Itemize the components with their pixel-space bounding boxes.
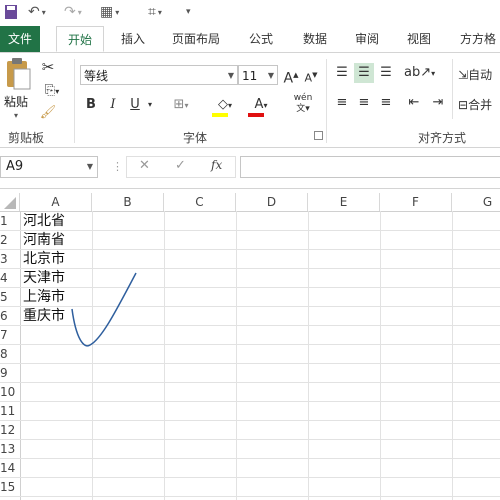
tab-view[interactable]: 视图: [398, 26, 440, 52]
tab-formulas[interactable]: 公式: [240, 26, 282, 52]
phonetic-icon: wén: [293, 93, 313, 103]
fill-color-icon: ◇: [217, 97, 228, 112]
fill-color-swatch: [212, 113, 228, 117]
font-color-swatch: [248, 113, 264, 117]
tab-file[interactable]: 文件: [0, 26, 40, 52]
merge-button[interactable]: ⊟合并: [458, 95, 500, 115]
align-left-icon[interactable]: ≡: [332, 93, 352, 113]
font-group-label: 字体: [182, 131, 207, 145]
shrink-font-button[interactable]: A▼: [302, 65, 320, 85]
chevron-down-icon: ▼: [267, 71, 274, 80]
merge-icon: ⊟: [458, 98, 469, 112]
shrink-font-icon: A: [304, 71, 313, 85]
wrap-text-icon: ⇲: [458, 68, 469, 82]
formula-bar: A9 ▼ ⋮ ✕ ✓ fx: [0, 148, 500, 189]
paste-button[interactable]: 粘贴: [4, 93, 38, 110]
tab-page-layout[interactable]: 页面布局: [164, 26, 228, 52]
undo-icon[interactable]: ↶ ▾: [28, 2, 46, 22]
orientation-icon[interactable]: ab↗▾: [404, 63, 435, 83]
divider: [326, 59, 327, 143]
merge-label: 合并: [468, 98, 493, 112]
ribbon-tabs: 文件 开始 插入 页面布局 公式 数据 审阅 视图 方方格: [0, 26, 500, 53]
font-size-value: 11: [242, 69, 258, 83]
font-size-combo[interactable]: 11 ▼: [238, 65, 278, 85]
print-icon[interactable]: ▦ ▾: [100, 2, 119, 22]
grow-font-icon: A: [283, 70, 294, 87]
font-color-button[interactable]: A▾: [246, 95, 276, 117]
align-center-icon[interactable]: ≡: [354, 93, 374, 113]
confirm-icon[interactable]: ✓: [175, 158, 186, 173]
paste-dropdown-icon[interactable]: ▾: [14, 111, 18, 120]
wrap-text-button[interactable]: ⇲自动: [458, 65, 500, 85]
formula-input[interactable]: [240, 156, 500, 178]
font-name-value: 等线: [84, 69, 109, 83]
save-icon[interactable]: [4, 2, 18, 22]
more-icon: ⋮: [112, 160, 123, 173]
tab-home[interactable]: 开始: [56, 26, 104, 52]
phonetic-button[interactable]: wén 文▾: [288, 93, 318, 114]
format-painter-icon[interactable]: 🖌: [38, 103, 58, 123]
quick-access-toolbar: ↶ ▾ ↷ ▾ ▦ ▾ ⌗ ▾ ▾: [0, 0, 500, 26]
cancel-icon[interactable]: ✕: [139, 158, 150, 173]
tab-data[interactable]: 数据: [294, 26, 336, 52]
align-right-icon[interactable]: ≡: [376, 93, 396, 113]
clipboard-group-label: 剪贴板: [7, 131, 44, 145]
name-box-value: A9: [6, 159, 24, 174]
align-top-icon[interactable]: ☰: [332, 63, 352, 83]
alignment-group-label: 对齐方式: [417, 131, 466, 145]
underline-button[interactable]: U: [126, 95, 144, 115]
grow-font-button[interactable]: A▲: [282, 65, 300, 87]
redo-icon[interactable]: ↷ ▾: [64, 2, 82, 22]
wrap-text-label: 自动: [468, 68, 493, 82]
worksheet-grid[interactable]: A B C D E F G 1 2 3 4 5 6 7 8 9 10 11 12…: [0, 189, 500, 500]
cut-icon[interactable]: ✂: [38, 57, 58, 77]
format-icon[interactable]: ⌗ ▾: [148, 2, 162, 22]
tab-fangfangge[interactable]: 方方格: [452, 26, 500, 52]
insert-function-icon[interactable]: fx: [211, 158, 222, 172]
align-bottom-icon[interactable]: ☰: [376, 63, 396, 83]
align-middle-icon[interactable]: ☰: [354, 63, 374, 83]
tab-insert[interactable]: 插入: [112, 26, 154, 52]
chevron-down-icon: ▼: [227, 71, 234, 80]
font-name-combo[interactable]: 等线 ▼: [80, 65, 238, 85]
ribbon: 粘贴 ▾ ✂ ⎘▾ 🖌 剪贴板 等线 ▼ 11 ▼ A▲ A▼ B I U ▾ ⊞▾…: [0, 53, 500, 148]
customize-qat-icon[interactable]: ▾: [186, 2, 191, 22]
annotation-checkmark: [71, 272, 137, 347]
paste-icon[interactable]: [4, 57, 32, 91]
decrease-indent-icon[interactable]: ⇤: [404, 93, 424, 113]
copy-icon[interactable]: ⎘▾: [38, 81, 66, 101]
border-button[interactable]: ⊞▾: [168, 95, 194, 115]
name-box[interactable]: A9 ▼: [0, 156, 98, 178]
formula-buttons: ✕ ✓ fx: [126, 156, 236, 178]
divider: [74, 59, 75, 143]
bold-button[interactable]: B: [82, 95, 100, 115]
fill-color-button[interactable]: ◇▾: [210, 95, 240, 117]
font-launcher-icon[interactable]: [314, 131, 323, 140]
divider: [452, 59, 453, 119]
tab-review[interactable]: 审阅: [346, 26, 388, 52]
italic-button[interactable]: I: [104, 95, 122, 115]
increase-indent-icon[interactable]: ⇥: [428, 93, 448, 113]
chevron-down-icon: ▼: [86, 162, 93, 171]
underline-dropdown-icon[interactable]: ▾: [144, 95, 156, 115]
